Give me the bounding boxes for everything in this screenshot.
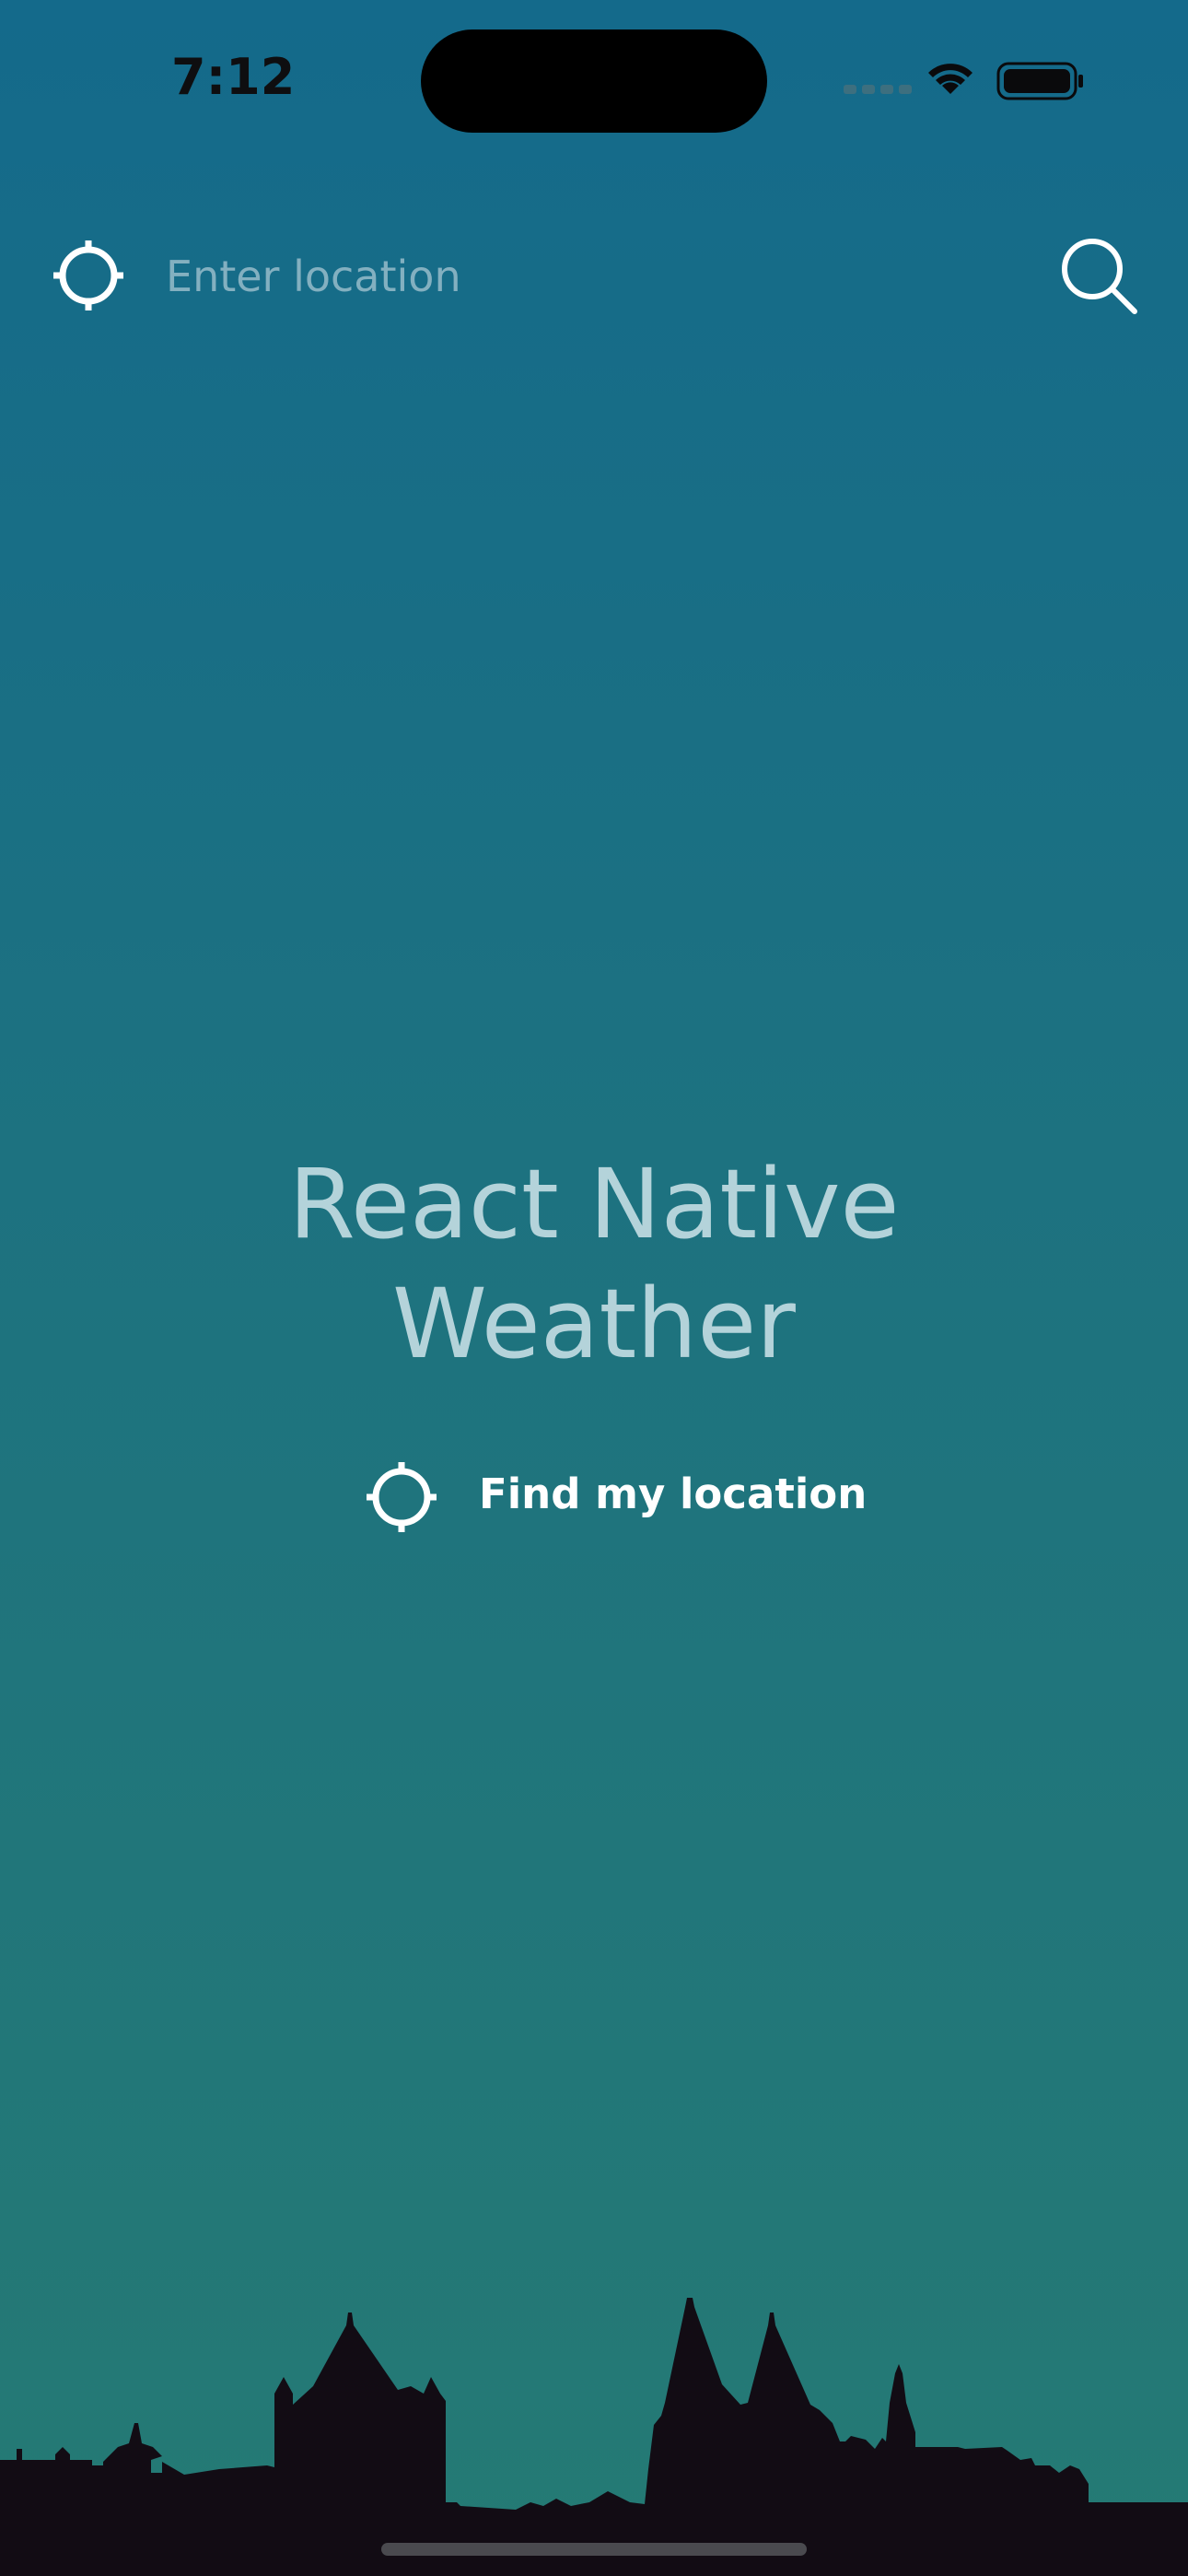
app-title: React Native Weather	[0, 1144, 1188, 1384]
city-skyline-silhouette	[0, 2298, 1188, 2576]
weather-app-screen: 7:12 Enter location React Native Weather…	[0, 0, 1188, 2576]
find-my-location-button[interactable]: Find my location	[365, 1458, 867, 1536]
home-indicator[interactable]	[381, 2543, 807, 2556]
app-title-line-1: React Native	[288, 1148, 900, 1260]
battery-icon	[996, 62, 1083, 100]
wifi-icon	[928, 64, 973, 94]
find-my-location-label: Find my location	[479, 1469, 868, 1518]
location-search-input[interactable]	[166, 241, 995, 311]
status-bar: 7:12	[0, 0, 1188, 157]
app-title-line-2: Weather	[392, 1268, 796, 1380]
crosshair-icon[interactable]	[52, 239, 125, 312]
status-icons	[844, 62, 1083, 100]
crosshair-icon	[367, 1462, 437, 1532]
search-bar	[0, 221, 1188, 332]
search-icon[interactable]	[1059, 236, 1140, 317]
cellular-signal-icon	[844, 85, 912, 94]
dynamic-island	[421, 29, 767, 133]
status-time: 7:12	[171, 48, 296, 106]
